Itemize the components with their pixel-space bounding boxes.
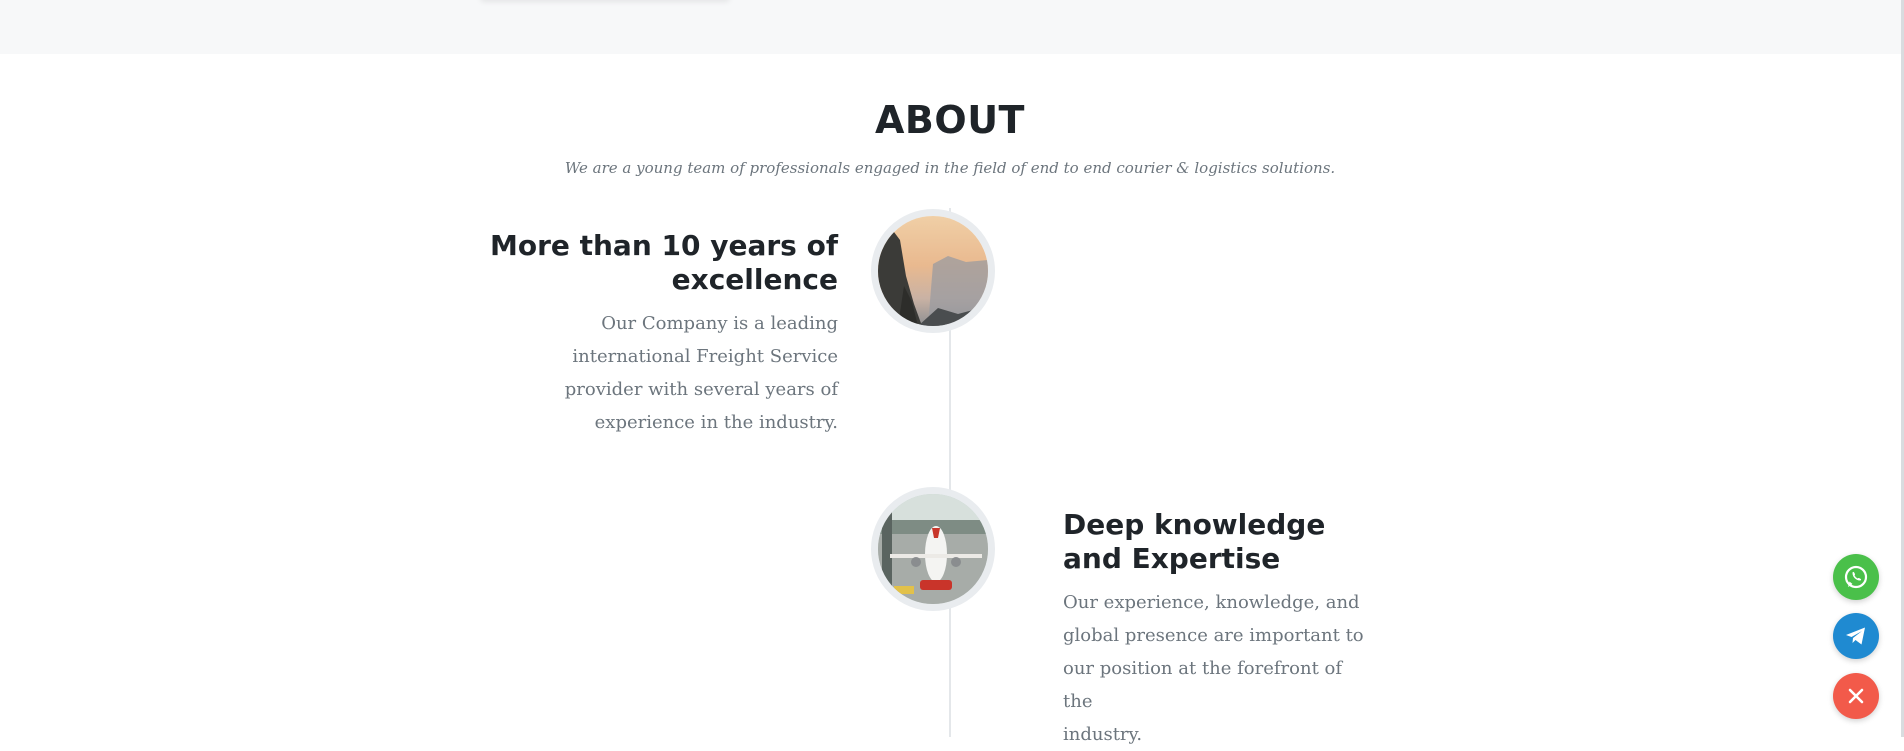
timeline-heading-2: Deep knowledge and Expertise [1063,508,1383,576]
previous-section-band [0,0,1904,54]
timeline-heading-1-line-1: More than 10 years of [489,229,838,262]
timeline-heading-2-line-1: Deep knowledge [1063,508,1326,541]
timeline-heading-2-line-2: and Expertise [1063,542,1281,575]
timeline-text-2-line-4: industry. [1063,724,1143,745]
timeline-heading-1-line-2: excellence [671,263,838,296]
timeline-text-2-line-2: global presence are important to [1063,625,1364,646]
telegram-icon [1846,627,1865,645]
close-icon [1848,688,1864,704]
timeline-text-2: Our experience, knowledge, and global pr… [1063,586,1373,751]
whatsapp-icon [1844,565,1868,589]
timeline-image-mountain [871,209,995,333]
timeline-text-1: Our Company is a leading international F… [548,307,838,439]
section-subtitle: We are a young team of professionals eng… [564,159,1336,177]
timeline-image-airplane [871,487,995,611]
timeline-heading-1: More than 10 years of excellence [478,229,838,297]
whatsapp-button[interactable] [1833,554,1879,600]
timeline-text-1-line-1: Our Company is a leading [601,313,838,334]
timeline-text-2-line-3: our position at the forefront of the [1063,658,1343,712]
section-title: ABOUT [875,98,1025,142]
timeline-text-1-line-2: international Freight Service [572,346,838,367]
close-button[interactable] [1833,673,1879,719]
telegram-button[interactable] [1833,613,1879,659]
timeline-text-1-line-4: experience in the industry. [594,412,838,433]
timeline-text-1-line-3: provider with several years of [564,379,838,400]
timeline-text-2-line-1: Our experience, knowledge, and [1063,592,1360,613]
